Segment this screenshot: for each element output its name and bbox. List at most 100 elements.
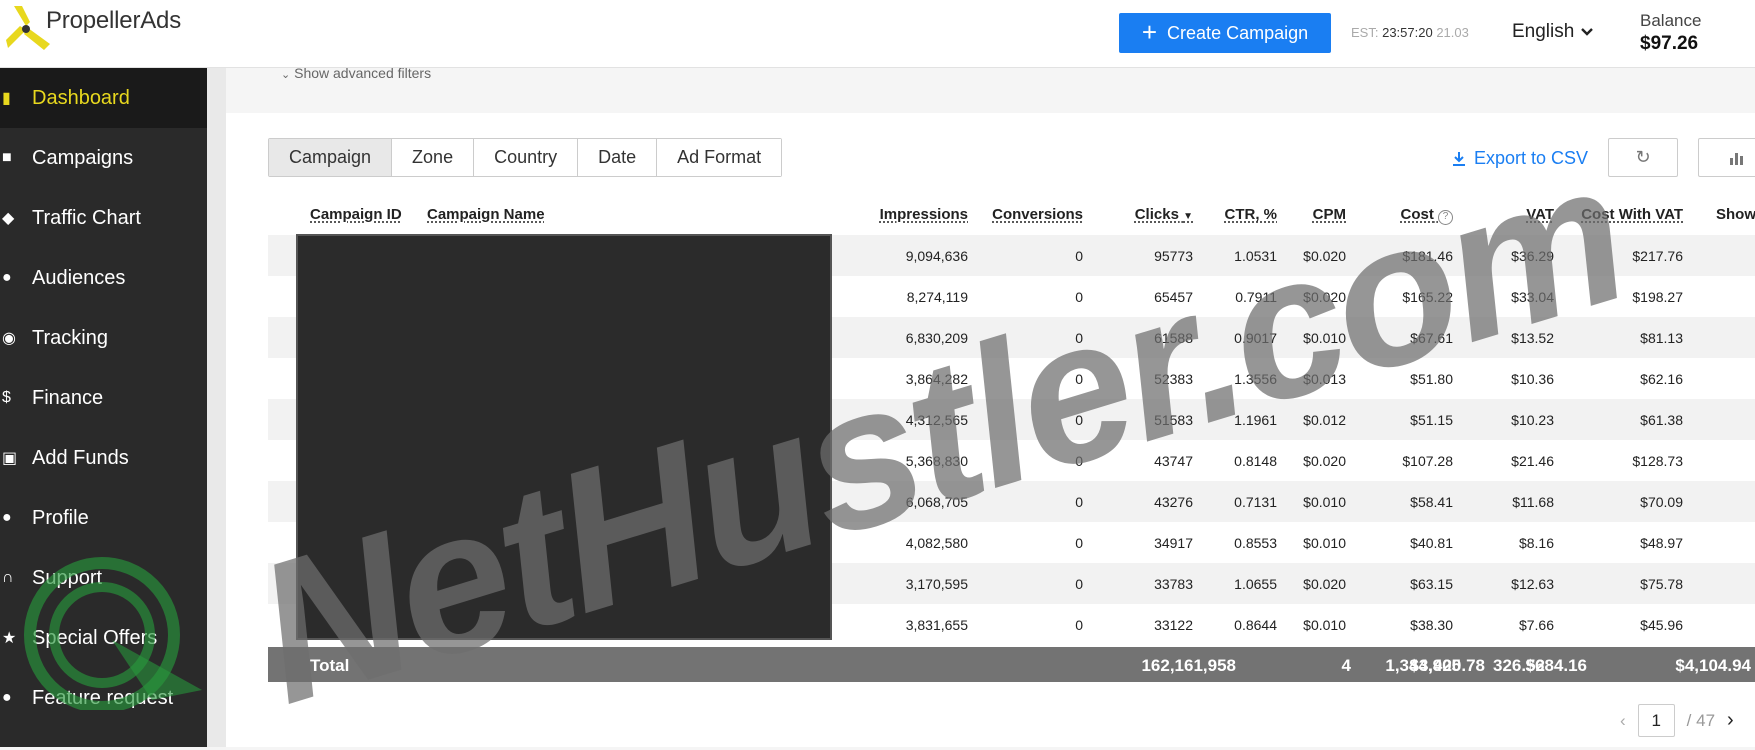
cell-ctr: 0.8553 <box>1234 535 1277 551</box>
col-cost[interactable]: Cost ? <box>1400 206 1453 225</box>
total-cost-with-vat: $4,104.94 <box>1675 656 1751 675</box>
page-input[interactable]: 1 <box>1637 704 1675 737</box>
logo[interactable]: PropellerAds <box>4 4 181 56</box>
tab-zone[interactable]: Zone <box>392 139 475 176</box>
cell-cost: $63.15 <box>1410 576 1453 592</box>
sidebar-item-label: Profile <box>32 506 89 529</box>
sidebar-item-label: Add Funds <box>32 446 129 469</box>
sidebar-item-tracking[interactable]: ◉ Tracking <box>0 308 207 368</box>
col-vat[interactable]: VAT <box>1526 206 1554 223</box>
cell-conversions: 0 <box>1075 412 1083 428</box>
sidebar: ▮ Dashboard ■ Campaigns ◆ Traffic Chart ● Audie… <box>0 68 207 747</box>
cell-cost: $181.46 <box>1402 248 1453 264</box>
cell-cpm: $0.020 <box>1303 453 1346 469</box>
export-csv-button[interactable]: Export to CSV <box>1452 148 1588 169</box>
col-show[interactable]: Show <box>1716 206 1755 223</box>
cell-clicks: 61588 <box>1154 330 1193 346</box>
cell-impressions: 4,082,580 <box>905 535 968 551</box>
sidebar-item-feature-request[interactable]: ● Feature request <box>0 668 207 728</box>
cell-cpm: $0.010 <box>1303 535 1346 551</box>
sidebar-item-finance[interactable]: $ Finance <box>0 368 207 428</box>
tab-campaign[interactable]: Campaign <box>269 139 393 176</box>
cell-vat: $21.46 <box>1511 453 1554 469</box>
sidebar-item-dashboard[interactable]: ▮ Dashboard <box>0 68 207 128</box>
sidebar-item-campaigns[interactable]: ■ Campaigns <box>0 128 207 188</box>
cell-cost-vat: $45.96 <box>1640 617 1683 633</box>
chevron-down-icon <box>1581 28 1594 36</box>
cell-impressions: 4,312,565 <box>905 412 968 428</box>
total-impressions: 162,161,958 <box>1141 656 1236 675</box>
cell-ctr: 0.7911 <box>1235 289 1277 305</box>
language-selector[interactable]: English <box>1512 21 1594 43</box>
cell-conversions: 0 <box>1075 248 1083 264</box>
tab-country[interactable]: Country <box>474 139 579 176</box>
col-campaign-name[interactable]: Campaign Name <box>427 206 545 223</box>
cell-cost-vat: $48.97 <box>1640 535 1683 551</box>
col-cost-with-vat[interactable]: Cost With VAT <box>1581 206 1683 223</box>
sidebar-item-support[interactable]: ∩ Support <box>0 548 207 608</box>
cell-cpm: $0.010 <box>1303 494 1346 510</box>
cell-cost: $38.30 <box>1410 617 1453 633</box>
sidebar-item-add-funds[interactable]: ▣ Add Funds <box>0 428 207 488</box>
cell-cost-vat: $62.16 <box>1640 371 1683 387</box>
col-clicks[interactable]: Clicks ▼ <box>1135 206 1193 223</box>
star-icon: ★ <box>2 630 17 647</box>
col-cpm[interactable]: CPM <box>1313 206 1346 223</box>
tab-date[interactable]: Date <box>578 139 658 176</box>
cell-ctr: 1.0655 <box>1234 576 1277 592</box>
person-icon: ● <box>2 509 12 526</box>
cell-cost-vat: $128.73 <box>1632 453 1683 469</box>
redacted-campaign-names <box>296 234 832 640</box>
cell-cost: $40.81 <box>1410 535 1453 551</box>
sidebar-item-traffic-chart[interactable]: ◆ Traffic Chart <box>0 188 207 248</box>
sidebar-item-audiences[interactable]: ● Audiences <box>0 248 207 308</box>
export-label: Export to CSV <box>1474 148 1589 168</box>
col-impressions[interactable]: Impressions <box>880 206 968 223</box>
cell-ctr: 1.1961 <box>1234 412 1277 428</box>
create-campaign-label: Create Campaign <box>1167 22 1309 43</box>
filters-area <box>226 68 1755 113</box>
cell-cost: $165.22 <box>1402 289 1453 305</box>
clock-prefix: EST: <box>1351 25 1379 40</box>
next-page-icon[interactable]: › <box>1727 709 1734 732</box>
col-conversions[interactable]: Conversions <box>992 206 1083 223</box>
cell-cost-vat: $75.78 <box>1640 576 1683 592</box>
cell-ctr: 0.8644 <box>1234 617 1277 633</box>
sidebar-item-profile[interactable]: ● Profile <box>0 488 207 548</box>
col-cost-label: Cost <box>1400 206 1434 223</box>
cell-vat: $33.04 <box>1511 289 1554 305</box>
sidebar-item-label: Support <box>32 566 103 589</box>
cell-cost-vat: $198.27 <box>1632 289 1683 305</box>
sidebar-item-special-offers[interactable]: ★ Special Offers <box>0 608 207 668</box>
sidebar-item-label: Finance <box>32 386 104 409</box>
cell-conversions: 0 <box>1075 576 1083 592</box>
cell-cost-vat: $61.38 <box>1640 412 1683 428</box>
create-campaign-button[interactable]: + Create Campaign <box>1119 13 1331 53</box>
clock-time: 23:57:20 <box>1382 25 1433 40</box>
prev-page-icon[interactable]: ‹ <box>1620 711 1626 731</box>
cell-cpm: $0.010 <box>1303 617 1346 633</box>
cell-vat: $8.16 <box>1518 535 1554 551</box>
balance-value: $97.26 <box>1640 33 1699 54</box>
sidebar-item-label: Tracking <box>32 326 108 349</box>
sidebar-edge <box>207 68 226 747</box>
cell-clicks: 95773 <box>1154 248 1193 264</box>
clock: EST: 23:57:20 21.03 <box>1351 25 1469 40</box>
refresh-button[interactable]: ↻ <box>1608 138 1678 177</box>
download-icon <box>1453 151 1465 166</box>
bar-chart-icon <box>1730 152 1743 165</box>
cell-cost-vat: $81.13 <box>1640 330 1683 346</box>
col-ctr[interactable]: CTR, % <box>1225 206 1278 223</box>
sidebar-item-label: Feature request <box>32 686 174 709</box>
cell-clicks: 51583 <box>1154 412 1193 428</box>
chart-view-button[interactable] <box>1698 138 1755 177</box>
tab-ad-format[interactable]: Ad Format <box>657 139 782 176</box>
help-icon[interactable]: ? <box>1438 210 1453 225</box>
cell-clicks: 52383 <box>1154 371 1193 387</box>
sidebar-item-label: Dashboard <box>32 86 130 109</box>
col-campaign-id[interactable]: Campaign ID <box>310 206 402 223</box>
cell-cost-vat: $70.09 <box>1640 494 1683 510</box>
cell-ctr: 0.9017 <box>1234 330 1277 346</box>
cell-vat: $10.23 <box>1511 412 1554 428</box>
pagination: ‹ 1 / 47 › <box>1620 704 1734 737</box>
